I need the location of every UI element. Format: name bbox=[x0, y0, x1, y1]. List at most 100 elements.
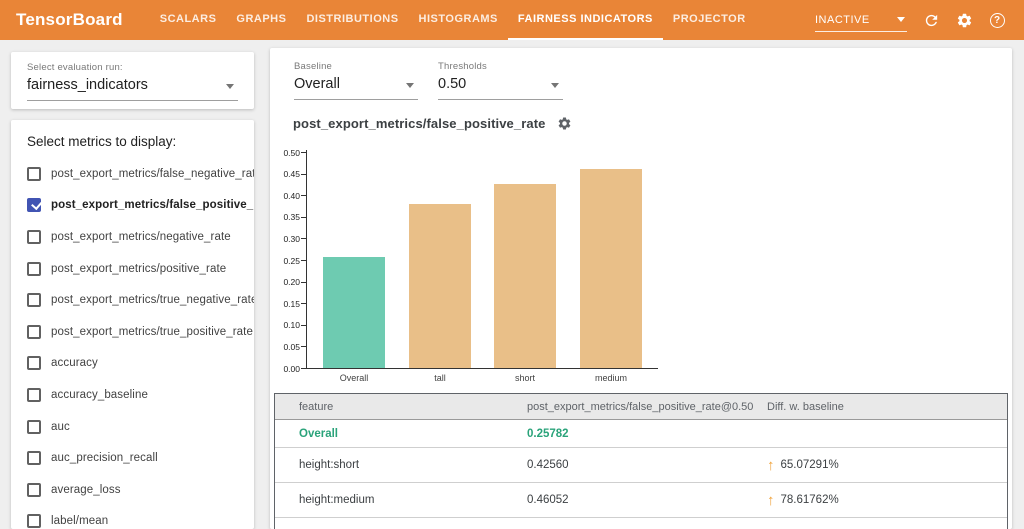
checkbox-icon[interactable] bbox=[27, 482, 41, 497]
status-dropdown[interactable]: INACTIVE bbox=[815, 8, 907, 32]
diff-up-arrow-icon: ↑ bbox=[767, 491, 775, 509]
table-row-height-short: height:short 0.42560 ↑ 65.07291% bbox=[275, 448, 1007, 483]
checkbox-checked-icon[interactable] bbox=[27, 198, 41, 213]
y-tick-mark bbox=[301, 303, 306, 305]
metrics-table: feature post_export_metrics/false_positiv… bbox=[274, 393, 1008, 529]
chevron-down-icon bbox=[551, 83, 559, 88]
y-tick-label: 0.20 bbox=[283, 277, 300, 288]
y-axis-line bbox=[306, 150, 307, 369]
baseline-dropdown[interactable]: Baseline Overall bbox=[294, 61, 418, 100]
x-axis-line bbox=[306, 368, 658, 369]
checkbox-icon[interactable] bbox=[27, 261, 41, 276]
metric-label: post_export_metrics/true_positive_rate bbox=[51, 325, 253, 338]
help-icon[interactable]: ? bbox=[988, 11, 1006, 29]
metric-item[interactable]: post_export_metrics/negative_rate bbox=[11, 221, 254, 253]
table-row-height-medium: height:medium 0.46052 ↑ 78.61762% bbox=[275, 483, 1007, 518]
checkbox-icon[interactable] bbox=[27, 166, 41, 181]
metric-item[interactable]: auc bbox=[11, 411, 254, 443]
feature-cell: Overall bbox=[299, 427, 338, 440]
checkbox-icon[interactable] bbox=[27, 451, 41, 466]
tab-graphs[interactable]: GRAPHS bbox=[226, 0, 296, 40]
chevron-down-icon bbox=[226, 84, 234, 89]
chart-settings-gear-icon[interactable] bbox=[557, 116, 572, 131]
diff-value: 78.61762% bbox=[780, 494, 839, 506]
chevron-down-icon bbox=[897, 17, 905, 22]
y-tick-mark bbox=[301, 216, 306, 218]
metrics-list: post_export_metrics/false_negative_ratep… bbox=[11, 158, 254, 529]
y-tick-mark bbox=[301, 238, 306, 240]
metric-item[interactable]: accuracy bbox=[11, 348, 254, 380]
metric-item[interactable]: average_loss bbox=[11, 474, 254, 506]
gear-icon[interactable] bbox=[955, 11, 973, 29]
tab-distributions[interactable]: DISTRIBUTIONS bbox=[296, 0, 408, 40]
tab-scalars[interactable]: SCALARS bbox=[150, 0, 227, 40]
chart-title: post_export_metrics/false_positive_rate bbox=[293, 116, 546, 131]
bar-chart: 0.50 0.45 0.40 0.35 0.30 0.25 0.20 0.15 0.10 0.05… bbox=[270, 144, 730, 394]
metric-label: post_export_metrics/negative_rate bbox=[51, 230, 231, 243]
feature-cell: height:short bbox=[299, 459, 360, 471]
metric-item[interactable]: post_export_metrics/true_negative_rate bbox=[11, 284, 254, 316]
thresholds-value: 0.50 bbox=[438, 76, 563, 100]
y-tick-mark bbox=[301, 173, 306, 175]
checkbox-icon[interactable] bbox=[27, 419, 41, 434]
metric-item[interactable]: post_export_metrics/positive_rate bbox=[11, 253, 254, 285]
feature-cell: height:medium bbox=[299, 494, 375, 506]
diff-up-arrow-icon: ↑ bbox=[767, 456, 775, 474]
x-tick-label: short bbox=[514, 373, 535, 383]
y-tick-mark bbox=[301, 346, 306, 348]
chevron-down-icon bbox=[406, 83, 414, 88]
y-tick-label: 0.45 bbox=[283, 169, 300, 180]
x-tick-label: medium bbox=[594, 373, 627, 383]
thresholds-label: Thresholds bbox=[438, 61, 487, 72]
nav-tabs: SCALARS GRAPHS DISTRIBUTIONS HISTOGRAMS FAIR… bbox=[150, 0, 756, 40]
thresholds-dropdown[interactable]: Thresholds 0.50 bbox=[438, 61, 563, 100]
metric-item[interactable]: post_export_metrics/false_positive_rate bbox=[11, 190, 254, 222]
metric-item[interactable]: auc_precision_recall bbox=[11, 442, 254, 474]
status-dropdown-value: INACTIVE bbox=[815, 13, 870, 26]
metric-item[interactable]: accuracy_baseline bbox=[11, 379, 254, 411]
tab-projector[interactable]: PROJECTOR bbox=[663, 0, 756, 40]
y-tick-mark bbox=[301, 195, 306, 197]
bar-tall bbox=[409, 203, 471, 368]
checkbox-icon[interactable] bbox=[27, 514, 41, 529]
evaluation-run-value: fairness_indicators bbox=[27, 77, 238, 101]
metric-label: auc bbox=[51, 420, 70, 433]
checkbox-icon[interactable] bbox=[27, 387, 41, 402]
value-cell: 0.46052 bbox=[527, 494, 569, 506]
tab-fairness-indicators[interactable]: FAIRNESS INDICATORS bbox=[507, 0, 663, 40]
y-tick-mark bbox=[301, 281, 306, 283]
evaluation-run-label: Select evaluation run: bbox=[27, 62, 123, 73]
y-tick-mark bbox=[301, 152, 306, 153]
y-tick-label: 0.40 bbox=[283, 190, 300, 201]
y-tick-label: 0.25 bbox=[283, 255, 300, 266]
metric-label: post_export_metrics/true_negative_rate bbox=[51, 294, 254, 307]
baseline-value: Overall bbox=[294, 76, 418, 100]
metric-label: post_export_metrics/false_positive_rate bbox=[51, 199, 254, 212]
metric-item[interactable]: label/mean bbox=[11, 506, 254, 529]
metric-label: post_export_metrics/positive_rate bbox=[51, 262, 227, 275]
value-cell: 0.42560 bbox=[527, 459, 569, 471]
checkbox-icon[interactable] bbox=[27, 293, 41, 308]
checkbox-icon[interactable] bbox=[27, 229, 41, 244]
metrics-card: Select metrics to display: post_export_m… bbox=[11, 120, 254, 529]
tab-histograms[interactable]: HISTOGRAMS bbox=[409, 0, 508, 40]
diff-value: 65.07291% bbox=[780, 459, 839, 471]
metric-item[interactable]: post_export_metrics/false_negative_rate bbox=[11, 158, 254, 190]
metric-item[interactable]: post_export_metrics/true_positive_rate bbox=[11, 316, 254, 348]
table-header-row: feature post_export_metrics/false_positiv… bbox=[275, 394, 1007, 420]
baseline-label: Baseline bbox=[294, 61, 333, 72]
y-tick-label: 0.10 bbox=[283, 320, 300, 331]
evaluation-run-dropdown[interactable]: Select evaluation run: fairness_indicato… bbox=[27, 62, 238, 101]
y-tick-label: 0.30 bbox=[283, 233, 300, 244]
table-header-cell: feature bbox=[299, 400, 334, 413]
y-tick-mark bbox=[301, 368, 306, 369]
table-header-cell: Diff. w. baseline bbox=[767, 400, 844, 413]
run-selector-card: Select evaluation run: fairness_indicato… bbox=[11, 52, 254, 109]
refresh-icon[interactable] bbox=[922, 11, 940, 29]
checkbox-icon[interactable] bbox=[27, 356, 41, 371]
x-tick-label: tall bbox=[434, 373, 446, 383]
metrics-title: Select metrics to display: bbox=[27, 134, 177, 149]
checkbox-icon[interactable] bbox=[27, 324, 41, 339]
value-cell: 0.25782 bbox=[527, 427, 569, 440]
y-tick-label: 0.00 bbox=[283, 363, 300, 374]
